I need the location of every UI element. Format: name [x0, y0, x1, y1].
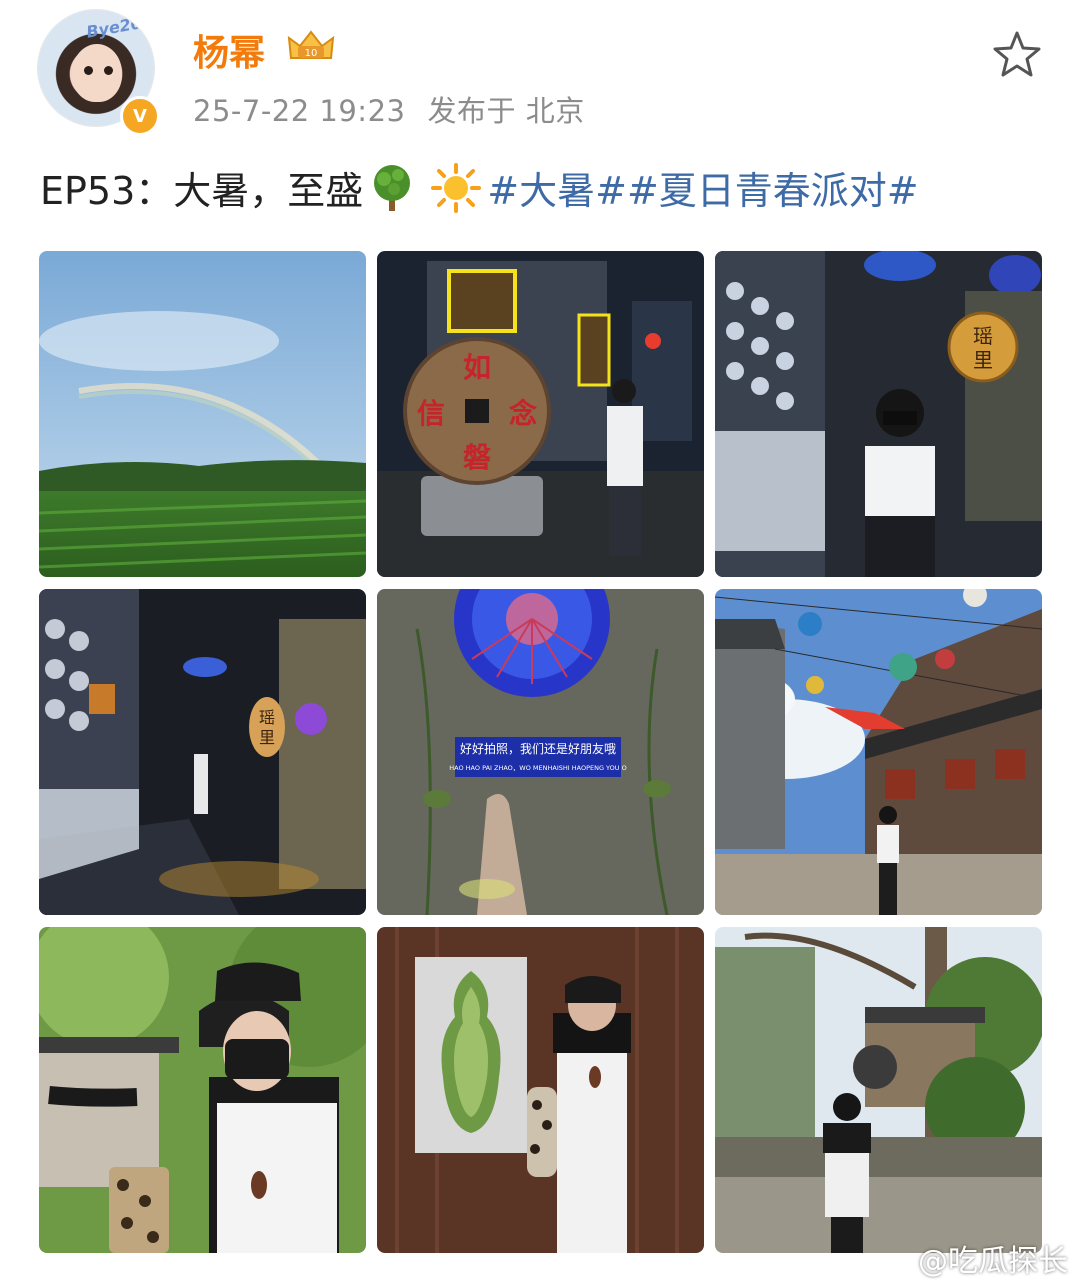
avatar-signature: Bye2020: [84, 10, 154, 42]
alley-sign-char: 里: [973, 348, 993, 372]
photo-grid: 如 信 念 磐 瑶 里 瑶 里 好好拍照，我们还是好朋友哦 HAO HAO PA…: [39, 251, 1042, 1254]
millstone-char: 如: [463, 351, 491, 384]
millstone-char: 信: [417, 397, 445, 430]
gourd-window-photo[interactable]: [377, 927, 704, 1253]
millstone-night-photo[interactable]: 如 信 念 磐: [377, 251, 704, 577]
watermark: @吃瓜探长: [918, 1244, 1068, 1279]
svg-text:10: 10: [305, 48, 318, 59]
post-location: 发布于 北京: [427, 94, 585, 128]
post-timestamp: 25-7-22 19:23: [193, 94, 406, 128]
tree-emoji-icon: [374, 164, 411, 211]
post-text: EP53：大暑，至盛 #大暑##夏日青春派对#: [40, 160, 919, 215]
village-tree-photo[interactable]: [715, 927, 1042, 1253]
post-text-prefix: EP53：大暑，至盛: [40, 169, 364, 213]
sign-line-2: HAO HAO PAI ZHAO，WO MENHAISHI HAOPENG YO…: [449, 764, 626, 772]
sun-emoji-icon: [431, 162, 482, 213]
verified-badge-icon: V: [120, 96, 160, 136]
lantern-corridor-photo[interactable]: 瑶 里: [39, 589, 366, 915]
sign-line-1: 好好拍照，我们还是好朋友哦: [460, 741, 616, 756]
rainbow-tea-field-photo[interactable]: [39, 251, 366, 577]
alley-sign-char: 瑶: [973, 324, 993, 348]
corridor-sign-char: 瑶: [259, 708, 275, 727]
post-meta: 25-7-22 19:23 发布于 北京: [193, 88, 585, 130]
corridor-sign-char: 里: [259, 728, 275, 747]
millstone-char: 念: [509, 397, 537, 430]
greenery-portrait-photo[interactable]: [39, 927, 366, 1253]
hashtags-link[interactable]: #大暑##夏日青春派对#: [487, 160, 918, 215]
crown-badge-icon: 10: [287, 30, 335, 59]
alley-lights-photo[interactable]: 瑶 里: [715, 251, 1042, 577]
weibo-post: Bye2020 V 杨幂 10 25-7-22 19:23 发布于 北京 EP53…: [0, 0, 1080, 1282]
star-outline-icon[interactable]: [990, 28, 1044, 82]
millstone-char: 磐: [463, 441, 491, 474]
blue-lamp-wall-photo[interactable]: 好好拍照，我们还是好朋友哦 HAO HAO PAI ZHAO，WO MENHAI…: [377, 589, 704, 915]
username[interactable]: 杨幂: [193, 24, 265, 76]
street-lanterns-photo[interactable]: [715, 589, 1042, 915]
